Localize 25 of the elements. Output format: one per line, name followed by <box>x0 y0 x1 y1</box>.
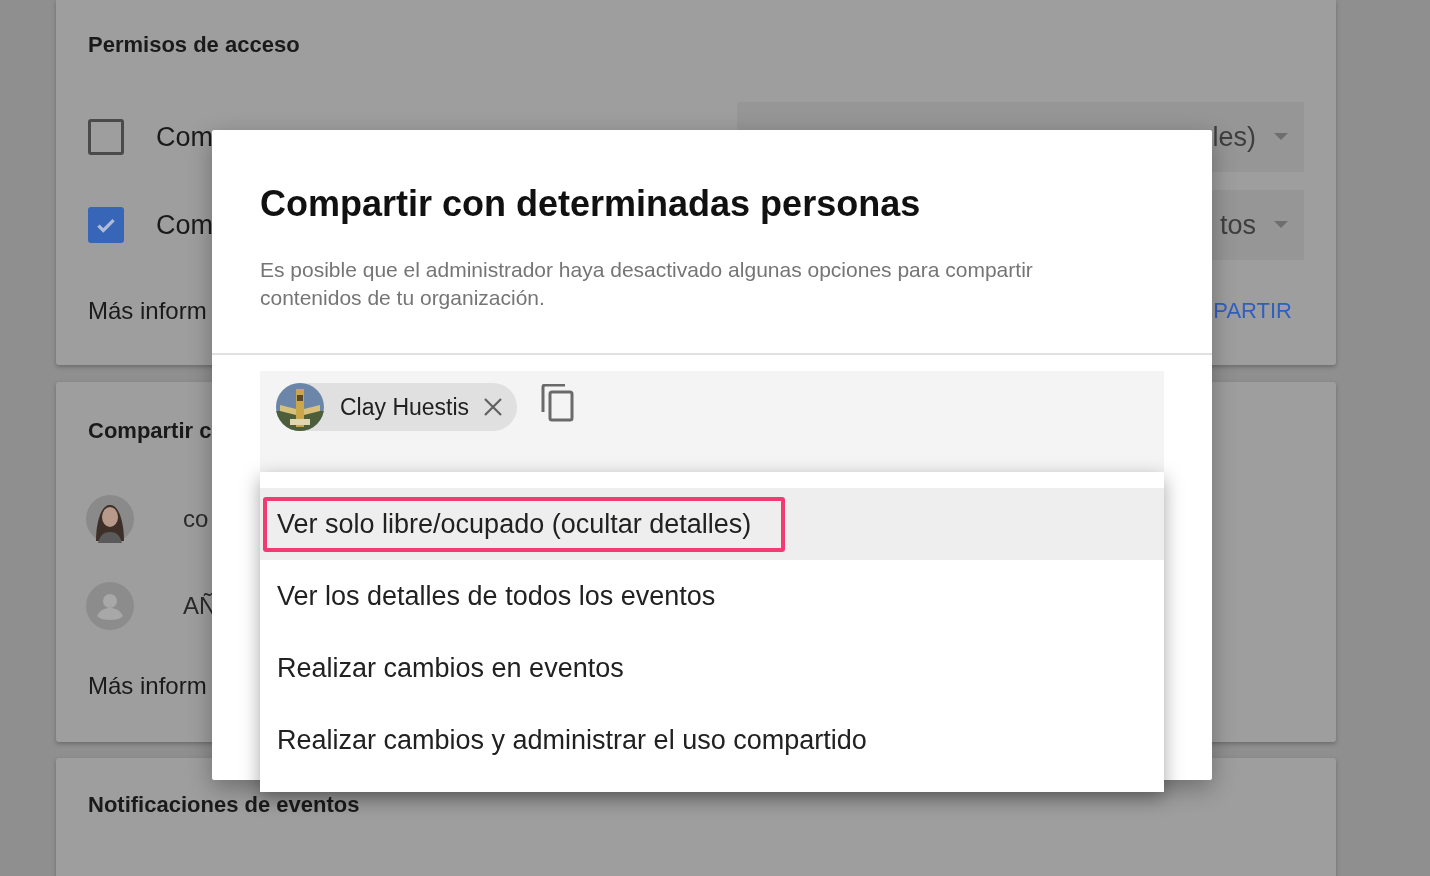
section-title: Notificaciones de eventos <box>88 792 361 818</box>
checkbox[interactable] <box>88 119 124 155</box>
more-info-link[interactable]: Más inform <box>88 672 207 699</box>
avatar-icon <box>86 582 134 630</box>
menu-option[interactable]: Realizar cambios y administrar el uso compartido <box>260 704 1164 776</box>
checkbox[interactable] <box>88 207 124 243</box>
more-info-link[interactable]: Más inform <box>88 297 207 325</box>
menu-option[interactable]: Realizar cambios en eventos <box>260 632 1164 704</box>
menu-option[interactable]: Ver solo libre/ocupado (ocultar detalles) <box>260 488 1164 560</box>
option-label: Com <box>156 209 213 241</box>
avatar-icon <box>86 495 134 543</box>
highlight-frame: Ver solo libre/ocupado (ocultar detalles) <box>263 496 786 552</box>
person-chip[interactable]: Clay Huestis <box>276 383 518 431</box>
menu-option[interactable]: Ver los detalles de todos los eventos <box>260 560 1164 632</box>
option-label: Com <box>156 121 213 153</box>
copy-icon[interactable] <box>541 384 576 422</box>
close-icon[interactable] <box>483 397 504 417</box>
person-name: Clay Huestis <box>340 393 470 421</box>
caret-icon <box>1274 221 1288 229</box>
dialog-description: Es posible que el administrador haya desactivado algunas opciones para compartir contenidos de tu organización. <box>260 257 1034 311</box>
person-label: co <box>183 505 209 533</box>
section-title: Permisos de acceso <box>88 32 301 58</box>
dialog-title: Compartir con determinadas personas <box>260 182 922 226</box>
section-title: Compartir c <box>88 418 213 444</box>
caret-icon <box>1274 133 1288 141</box>
